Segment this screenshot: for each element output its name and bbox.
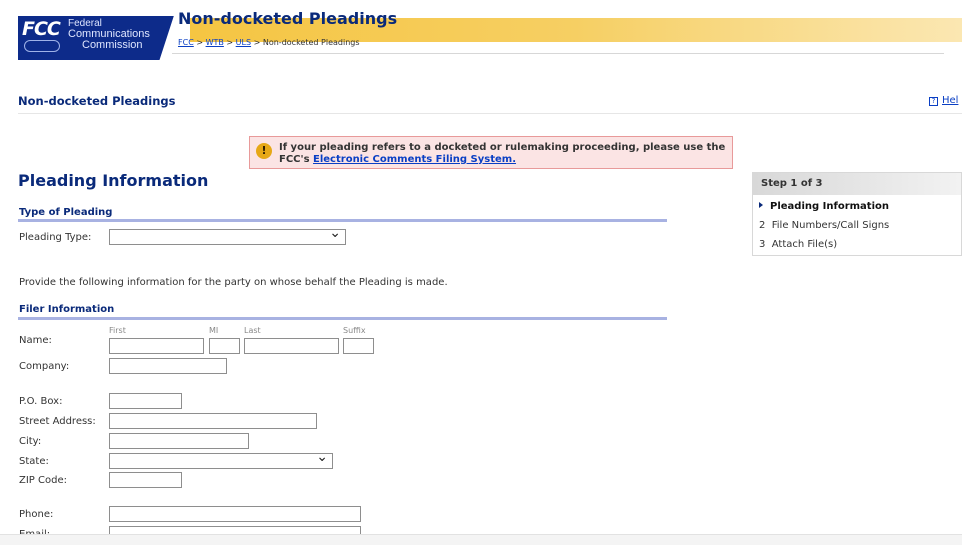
street-address-label: Street Address:	[19, 416, 96, 427]
step-progress-panel: Step 1 of 3 Pleading Information 2 File …	[752, 172, 962, 256]
company-label: Company:	[19, 361, 70, 372]
window-bottom-edge	[0, 534, 962, 545]
page-title: Non-docketed Pleadings	[178, 9, 398, 28]
fcc-org-name: Federal Communications Commission	[68, 18, 150, 51]
breadcrumb: FCC > WTB > ULS > Non-docketed Pleadings	[178, 38, 360, 47]
site-header: FCC Federal Communications Commission	[18, 10, 962, 64]
section-divider	[18, 113, 962, 114]
section-bar	[18, 317, 667, 320]
pleading-type-select[interactable]	[109, 225, 346, 245]
suffix-caption: Suffix	[343, 326, 366, 335]
ecfs-link[interactable]: Electronic Comments Filing System.	[313, 154, 516, 165]
help-label: Hel	[942, 95, 959, 106]
step-number: 3	[759, 239, 766, 250]
phone-field[interactable]	[109, 506, 361, 522]
section-title: Non-docketed Pleadings	[18, 94, 176, 108]
city-field[interactable]	[109, 433, 249, 449]
phone-label: Phone:	[19, 509, 54, 520]
mi-caption: MI	[209, 326, 219, 335]
main-heading: Pleading Information	[18, 171, 209, 190]
po-box-field[interactable]	[109, 393, 182, 409]
step-item-file-numbers: 2 File Numbers/Call Signs	[759, 220, 889, 231]
breadcrumb-wtb-link[interactable]: WTB	[206, 38, 224, 47]
alert-message: If your pleading refers to a docketed or…	[279, 142, 727, 166]
org-line-3: Commission	[82, 39, 143, 51]
zip-code-field[interactable]	[109, 472, 182, 488]
step-number: 2	[759, 220, 766, 231]
breadcrumb-separator: >	[253, 38, 263, 47]
filer-instructions: Provide the following information for th…	[19, 277, 448, 288]
company-field[interactable]	[109, 358, 227, 374]
fcc-seal-icon	[24, 40, 60, 52]
breadcrumb-uls-link[interactable]: ULS	[236, 38, 251, 47]
step-header: Step 1 of 3	[753, 173, 961, 195]
breadcrumb-separator: >	[226, 38, 236, 47]
first-name-field[interactable]	[109, 338, 204, 354]
state-select[interactable]	[109, 449, 333, 469]
current-step-arrow-icon	[759, 202, 763, 208]
step-label: Pleading Information	[770, 201, 889, 212]
type-of-pleading-heading: Type of Pleading	[19, 207, 113, 218]
state-label: State:	[19, 456, 49, 467]
last-name-caption: Last	[244, 326, 261, 335]
breadcrumb-fcc-link[interactable]: FCC	[178, 38, 194, 47]
breadcrumb-current: Non-docketed Pleadings	[262, 38, 360, 47]
po-box-label: P.O. Box:	[19, 396, 63, 407]
section-bar	[18, 219, 667, 222]
fcc-logo[interactable]: FCC Federal Communications Commission	[18, 16, 182, 60]
step-label: Attach File(s)	[771, 239, 838, 250]
header-divider	[172, 53, 944, 54]
filer-information-heading: Filer Information	[19, 304, 115, 315]
city-label: City:	[19, 436, 42, 447]
middle-initial-field[interactable]	[209, 338, 240, 354]
docketed-alert: ! If your pleading refers to a docketed …	[249, 136, 733, 169]
help-link[interactable]: ? Hel	[929, 95, 958, 106]
help-icon: ?	[929, 97, 938, 106]
step-item-attach-files: 3 Attach File(s)	[759, 239, 837, 250]
last-name-field[interactable]	[244, 338, 339, 354]
zip-code-label: ZIP Code:	[19, 475, 67, 486]
street-address-field[interactable]	[109, 413, 317, 429]
step-label: File Numbers/Call Signs	[771, 220, 890, 231]
pleading-type-label: Pleading Type:	[19, 232, 92, 243]
warning-icon: !	[256, 143, 272, 159]
name-label: Name:	[19, 335, 52, 346]
breadcrumb-separator: >	[196, 38, 206, 47]
suffix-field[interactable]	[343, 338, 374, 354]
step-item-pleading-information: Pleading Information	[759, 201, 889, 212]
first-name-caption: First	[109, 326, 126, 335]
fcc-logo-text: FCC	[22, 18, 61, 40]
